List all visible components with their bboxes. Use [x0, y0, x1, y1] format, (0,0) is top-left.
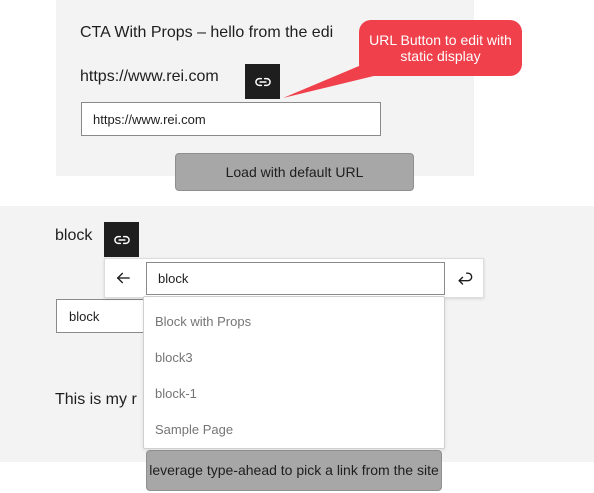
- suggestions-list: Block with Props block3 block-1 Sample P…: [143, 296, 445, 449]
- edit-url-button[interactable]: [245, 64, 280, 99]
- link-icon: [254, 77, 271, 86]
- suggestion-item[interactable]: block3: [144, 339, 444, 375]
- link-search-input[interactable]: [146, 262, 445, 295]
- url-display-text: https://www.rei.com: [80, 68, 219, 85]
- callout-bubble: URL Button to edit with static display: [359, 20, 522, 76]
- link-button[interactable]: [104, 222, 139, 257]
- body-text: This is my r: [55, 391, 137, 408]
- block-input[interactable]: [56, 299, 146, 333]
- enter-return-icon: [458, 272, 473, 285]
- back-button[interactable]: [104, 258, 142, 298]
- suggestion-item[interactable]: block-1: [144, 375, 444, 411]
- typeahead-annotation: leverage type-ahead to pick a link from …: [146, 450, 442, 491]
- suggestion-item[interactable]: Sample Page: [144, 411, 444, 447]
- arrow-left-icon: [116, 272, 130, 284]
- load-default-url-button[interactable]: Load with default URL: [175, 153, 414, 191]
- block-text: block: [55, 227, 93, 244]
- url-input[interactable]: [81, 102, 381, 136]
- suggestion-item[interactable]: Block with Props: [144, 303, 444, 339]
- submit-button[interactable]: [448, 262, 482, 296]
- link-icon: [113, 235, 130, 244]
